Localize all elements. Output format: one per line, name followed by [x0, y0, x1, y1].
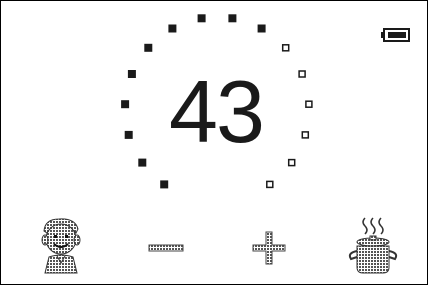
- dial-step-empty: [266, 180, 274, 189]
- dial-step-filled: [197, 14, 206, 23]
- plus-icon: [252, 231, 286, 265]
- steaming-pot-icon[interactable]: [341, 215, 407, 277]
- dial-step-filled: [160, 180, 169, 189]
- current-value: 43: [169, 62, 265, 161]
- minus-button[interactable]: [145, 215, 187, 277]
- dial-step-filled: [257, 24, 266, 33]
- plus-button[interactable]: [249, 215, 291, 277]
- device-screen: 43: [0, 0, 428, 285]
- dial-step-empty: [281, 44, 290, 52]
- dial-step-filled: [127, 70, 136, 78]
- minus-icon: [148, 244, 184, 252]
- dial-step-filled: [144, 43, 153, 52]
- dial-step-filled: [138, 158, 147, 167]
- dial-step-empty: [287, 158, 296, 167]
- child-face-icon[interactable]: [35, 215, 87, 277]
- dial-step-empty: [301, 131, 310, 139]
- dial-step-empty: [298, 70, 306, 78]
- dial-step-filled: [124, 130, 133, 139]
- dial-step-filled: [168, 24, 177, 33]
- dial-step-filled: [228, 14, 237, 23]
- dial-step-empty: [305, 100, 313, 108]
- dial-step-filled: [121, 100, 130, 109]
